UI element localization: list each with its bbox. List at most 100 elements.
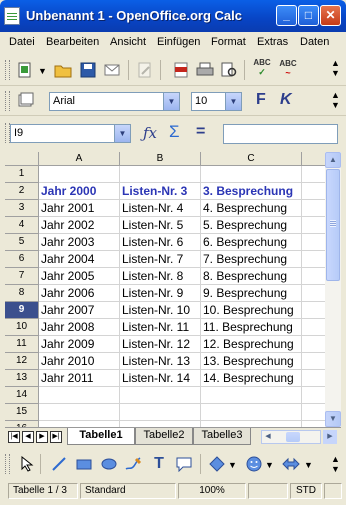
close-button[interactable]: ✕ (320, 5, 341, 26)
chevron-down-icon[interactable]: ▼ (228, 460, 237, 470)
scroll-thumb[interactable] (286, 432, 300, 442)
print-icon[interactable] (196, 61, 214, 79)
table-cell[interactable]: Jahr 2010 (39, 353, 120, 370)
text-tool-icon[interactable]: T (150, 455, 168, 473)
scroll-up-button[interactable]: ▲ (325, 152, 341, 168)
table-cell[interactable] (201, 404, 302, 421)
table-cell[interactable]: Jahr 2011 (39, 370, 120, 387)
toolbar-overflow-icon[interactable]: ▲ ▼ (331, 454, 340, 474)
scroll-left-button[interactable]: ◀ (262, 431, 274, 443)
table-cell[interactable]: Jahr 2001 (39, 200, 120, 217)
table-cell[interactable] (302, 166, 325, 183)
chevron-down-icon[interactable]: ▼ (304, 460, 313, 470)
table-cell[interactable]: Listen-Nr. 5 (120, 217, 201, 234)
chevron-down-icon[interactable]: ▼ (163, 93, 179, 110)
table-cell[interactable]: Jahr 2003 (39, 234, 120, 251)
menu-datei[interactable]: Datei (9, 36, 35, 48)
sum-icon[interactable]: Σ (169, 122, 180, 142)
table-cell[interactable] (302, 336, 325, 353)
minimize-button[interactable]: _ (276, 5, 297, 26)
table-cell[interactable]: Listen-Nr. 9 (120, 285, 201, 302)
table-cell[interactable]: 5. Besprechung (201, 217, 302, 234)
menu-daten[interactable]: Daten (300, 36, 342, 48)
toolbar-overflow-icon[interactable]: ▲ ▼ (331, 58, 340, 78)
row-header[interactable]: 5 (5, 234, 39, 251)
open-folder-icon[interactable] (54, 61, 72, 79)
chevron-down-icon[interactable]: ▼ (265, 460, 274, 470)
table-cell[interactable]: Jahr 2006 (39, 285, 120, 302)
table-cell[interactable]: 9. Besprechung (201, 285, 302, 302)
tab-tabelle2[interactable]: Tabelle2 (135, 428, 193, 445)
new-dropdown-icon[interactable]: ▼ (38, 66, 47, 76)
table-cell[interactable] (39, 404, 120, 421)
first-sheet-button[interactable]: |◀ (8, 431, 20, 443)
toolbar-grip[interactable] (5, 454, 10, 474)
table-cell[interactable]: 4. Besprechung (201, 200, 302, 217)
chevron-down-icon[interactable]: ▼ (225, 93, 241, 110)
row-header[interactable]: 12 (5, 353, 39, 370)
vertical-scrollbar[interactable]: ▲ ▼ (325, 152, 341, 427)
table-cell[interactable]: Listen-Nr. 4 (120, 200, 201, 217)
toolbar-grip[interactable] (5, 60, 10, 80)
italic-button[interactable]: K (280, 91, 292, 109)
table-cell[interactable]: 3. Besprechung (201, 183, 302, 200)
block-arrows-icon[interactable] (282, 455, 300, 473)
symbol-shapes-icon[interactable] (245, 455, 263, 473)
status-page-style[interactable]: Standard (80, 483, 176, 499)
table-cell[interactable] (302, 200, 325, 217)
callout-icon[interactable] (175, 455, 193, 473)
edit-file-icon[interactable] (136, 61, 154, 79)
table-cell[interactable] (302, 285, 325, 302)
table-cell[interactable]: Jahr 2005 (39, 268, 120, 285)
row-header[interactable]: 2 (5, 183, 39, 200)
menu-einfuegen[interactable]: Einfügen (157, 36, 200, 48)
tab-tabelle3[interactable]: Tabelle3 (193, 428, 251, 445)
row-header[interactable]: 10 (5, 319, 39, 336)
table-cell[interactable]: 6. Besprechung (201, 234, 302, 251)
font-name-combo[interactable]: Arial ▼ (49, 92, 180, 111)
row-header[interactable]: 14 (5, 387, 39, 404)
row-header[interactable]: 13 (5, 370, 39, 387)
table-cell[interactable] (120, 166, 201, 183)
save-icon[interactable] (79, 61, 97, 79)
basic-shapes-icon[interactable] (208, 455, 226, 473)
table-cell[interactable]: 7. Besprechung (201, 251, 302, 268)
table-cell[interactable] (302, 302, 325, 319)
maximize-button[interactable]: □ (298, 5, 319, 26)
table-cell[interactable] (120, 387, 201, 404)
menu-extras[interactable]: Extras (257, 36, 288, 48)
row-header[interactable]: 9 (5, 302, 39, 319)
table-cell[interactable]: 12. Besprechung (201, 336, 302, 353)
row-header[interactable]: 6 (5, 251, 39, 268)
table-cell[interactable] (302, 268, 325, 285)
menu-format[interactable]: Format (211, 36, 246, 48)
scroll-down-button[interactable]: ▼ (325, 411, 341, 427)
status-zoom[interactable]: 100% (178, 483, 246, 499)
table-cell[interactable]: Jahr 2002 (39, 217, 120, 234)
font-size-combo[interactable]: 10 ▼ (191, 92, 242, 111)
column-header-d[interactable] (302, 152, 325, 166)
row-header[interactable]: 11 (5, 336, 39, 353)
table-cell[interactable]: Jahr 2008 (39, 319, 120, 336)
menu-bearbeiten[interactable]: Bearbeiten (46, 36, 99, 48)
page-preview-icon[interactable] (220, 61, 238, 79)
name-box[interactable]: I9 ▼ (10, 124, 131, 143)
table-cell[interactable] (201, 166, 302, 183)
table-cell[interactable]: Listen-Nr. 10 (120, 302, 201, 319)
table-cell[interactable] (302, 387, 325, 404)
table-cell[interactable]: 11. Besprechung (201, 319, 302, 336)
table-cell[interactable] (302, 183, 325, 200)
select-arrow-icon[interactable] (18, 455, 36, 473)
chevron-down-icon[interactable]: ▼ (114, 125, 130, 142)
status-selection-mode[interactable]: STD (290, 483, 322, 499)
table-cell[interactable]: Jahr 2004 (39, 251, 120, 268)
column-header-b[interactable]: B (120, 152, 201, 166)
bold-button[interactable]: F (256, 91, 266, 109)
table-cell[interactable] (201, 387, 302, 404)
scroll-thumb[interactable] (326, 169, 340, 281)
table-cell[interactable]: Jahr 2007 (39, 302, 120, 319)
equals-icon[interactable]: = (196, 123, 205, 141)
ellipse-icon[interactable] (100, 455, 118, 473)
horizontal-scrollbar[interactable]: ◀ (261, 430, 321, 444)
line-icon[interactable] (50, 455, 68, 473)
